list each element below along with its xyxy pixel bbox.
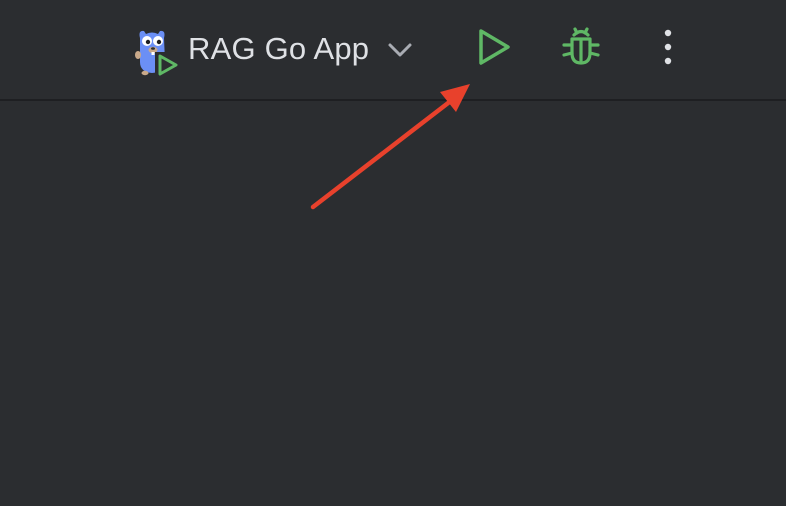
- go-gopher-run-icon: [128, 22, 182, 78]
- more-vertical-icon: [662, 27, 674, 72]
- run-button[interactable]: [468, 24, 518, 74]
- run-icon: [473, 26, 513, 73]
- more-options-button[interactable]: [650, 24, 686, 74]
- main-toolbar: RAG Go App: [0, 0, 786, 99]
- debug-button[interactable]: [556, 24, 606, 74]
- run-configuration-label: RAG Go App: [188, 31, 370, 66]
- editor-area: [0, 101, 786, 506]
- bug-icon: [559, 25, 603, 74]
- run-configuration-selector[interactable]: RAG Go App: [128, 20, 415, 78]
- chevron-down-icon[interactable]: [385, 37, 415, 61]
